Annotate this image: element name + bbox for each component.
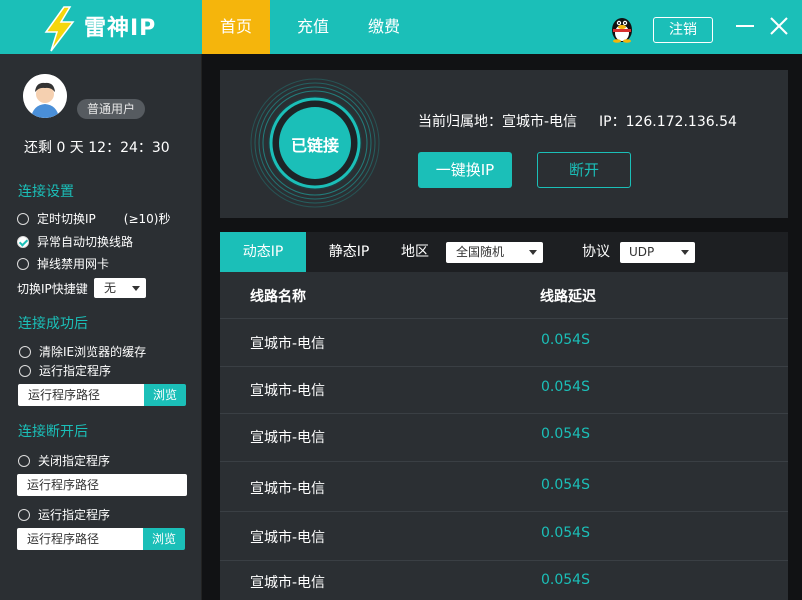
tab-static-ip[interactable]: 静态IP: [320, 232, 378, 272]
line-name-cell: 宣城市-电信: [250, 430, 326, 446]
timed-switch-hint: (≥10)秒: [123, 212, 171, 226]
line-list-panel: 动态IP 静态IP 地区 全国随机 协议 UDP 线路名称 线路延迟 宣城市-电…: [220, 232, 788, 600]
line-delay-cell: 0.054S: [541, 426, 590, 442]
on-success-title: 连接成功后: [18, 316, 88, 332]
switch-ip-button[interactable]: 一键换IP: [418, 152, 512, 188]
disconnect-program-path-input[interactable]: 运行程序路径: [17, 528, 143, 550]
success-browse-button[interactable]: 浏览: [144, 384, 186, 406]
timed-switch-option[interactable]: 定时切换IP (≥10)秒: [17, 210, 170, 227]
disconnect-browse-button[interactable]: 浏览: [143, 528, 185, 550]
nav-home[interactable]: 首页: [202, 0, 270, 54]
success-program-path-input[interactable]: 运行程序路径: [18, 384, 144, 406]
column-header-name: 线路名称: [250, 289, 306, 305]
table-row[interactable]: 宣城市-电信 0.054S: [220, 366, 788, 414]
location-text: 当前归属地：宣城市-电信: [418, 114, 578, 130]
clear-cache-radio[interactable]: [19, 345, 31, 358]
auto-switch-radio[interactable]: [17, 235, 29, 248]
line-delay-cell: 0.054S: [541, 332, 590, 348]
user-level-badge: 普通用户: [77, 99, 146, 119]
disable-nic-label: 掉线禁用网卡: [37, 257, 110, 271]
disable-nic-option[interactable]: 掉线禁用网卡: [17, 255, 109, 272]
disable-nic-radio[interactable]: [17, 257, 29, 270]
disconnect-run-program-radio[interactable]: [18, 508, 30, 521]
nav-payment[interactable]: 缴费: [356, 0, 412, 54]
line-delay-cell: 0.054S: [541, 572, 590, 588]
close-icon[interactable]: [767, 14, 791, 38]
app-title: 雷神IP: [84, 16, 157, 41]
auto-switch-option[interactable]: 异常自动切换线路: [17, 233, 133, 250]
region-select[interactable]: 全国随机: [446, 242, 543, 263]
region-value: 全国随机: [456, 245, 505, 259]
line-delay-cell: 0.054S: [541, 379, 590, 395]
run-program-radio[interactable]: [19, 364, 31, 377]
line-delay-cell: 0.054S: [541, 477, 590, 493]
run-program-option[interactable]: 运行指定程序: [19, 362, 111, 379]
nav-recharge[interactable]: 充值: [270, 0, 356, 54]
hotkey-select[interactable]: 无: [94, 278, 146, 298]
user-avatar-icon: [23, 74, 67, 118]
auto-switch-label: 异常自动切换线路: [37, 235, 134, 249]
protocol-value: UDP: [629, 245, 655, 259]
connection-indicator: 已链接: [248, 76, 382, 210]
line-name-cell: 宣城市-电信: [250, 336, 326, 352]
logout-button[interactable]: 注销: [653, 17, 713, 43]
disconnect-run-program-label: 运行指定程序: [38, 508, 111, 522]
hotkey-label: 切换IP快捷键: [17, 282, 88, 296]
timed-switch-radio[interactable]: [17, 212, 29, 225]
line-name-cell: 宣城市-电信: [250, 383, 326, 399]
tab-dynamic-ip[interactable]: 动态IP: [220, 232, 306, 272]
settings-sidebar: 普通用户 还剩 0 天 12：24：30 连接设置 定时切换IP (≥10)秒 …: [0, 54, 202, 600]
table-row[interactable]: 宣城市-电信 0.054S: [220, 560, 788, 600]
line-delay-cell: 0.054S: [541, 525, 590, 541]
line-name-cell: 宣城市-电信: [250, 530, 326, 546]
clear-cache-label: 清除IE浏览器的缓存: [39, 345, 147, 359]
chevron-down-icon: [529, 250, 537, 255]
connect-settings-title: 连接设置: [18, 184, 74, 200]
clear-cache-option[interactable]: 清除IE浏览器的缓存: [19, 343, 146, 360]
disconnect-button[interactable]: 断开: [537, 152, 631, 188]
column-header-delay: 线路延迟: [540, 289, 596, 305]
ip-address-text: IP：126.172.136.54: [599, 114, 737, 130]
table-row[interactable]: 宣城市-电信 0.054S: [220, 511, 788, 559]
remaining-time: 还剩 0 天 12：24：30: [24, 140, 170, 156]
close-program-option[interactable]: 关闭指定程序: [18, 452, 110, 469]
close-program-path-input[interactable]: 运行程序路径: [17, 474, 187, 496]
chevron-down-icon: [681, 250, 689, 255]
table-row[interactable]: 宣城市-电信 0.054S: [220, 461, 788, 509]
main-content: 已链接 当前归属地：宣城市-电信 IP：126.172.136.54 一键换IP…: [202, 54, 802, 600]
chevron-down-icon: [132, 286, 140, 291]
line-name-cell: 宣城市-电信: [250, 575, 326, 591]
line-name-cell: 宣城市-电信: [250, 481, 326, 497]
lightning-logo-icon: [44, 6, 75, 52]
close-program-label: 关闭指定程序: [38, 454, 111, 468]
disconnect-run-program-option[interactable]: 运行指定程序: [18, 506, 110, 523]
title-bar: 雷神IP 首页 充值 缴费 注销: [0, 0, 802, 54]
avatar: [23, 74, 67, 118]
protocol-select[interactable]: UDP: [620, 242, 695, 263]
protocol-label: 协议: [582, 244, 610, 260]
connection-status-panel: 已链接 当前归属地：宣城市-电信 IP：126.172.136.54 一键换IP…: [220, 70, 788, 218]
connected-label: 已链接: [290, 136, 339, 155]
on-disconnect-title: 连接断开后: [18, 424, 88, 440]
table-row[interactable]: 宣城市-电信 0.054S: [220, 413, 788, 461]
minimize-icon[interactable]: [733, 14, 757, 38]
run-program-label: 运行指定程序: [39, 364, 112, 378]
table-row[interactable]: 宣城市-电信 0.054S: [220, 318, 788, 366]
hotkey-value: 无: [104, 281, 117, 295]
region-label: 地区: [401, 244, 429, 260]
main-nav: 首页 充值 缴费: [202, 0, 412, 54]
close-program-radio[interactable]: [18, 454, 30, 467]
qq-penguin-icon[interactable]: [609, 15, 635, 43]
list-tabs: 动态IP 静态IP 地区 全国随机 协议 UDP: [220, 232, 788, 272]
timed-switch-label: 定时切换IP: [37, 212, 96, 226]
